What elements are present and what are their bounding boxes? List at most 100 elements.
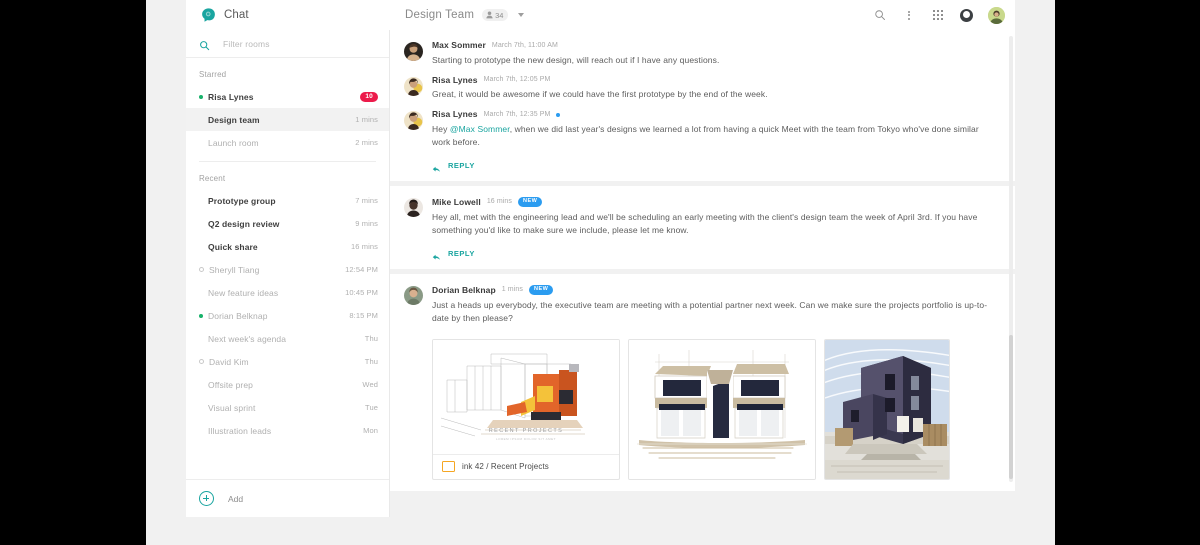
add-room-button[interactable]: Add (186, 479, 389, 517)
attachment-label: ink 42 / Recent Projects (462, 462, 549, 472)
presence-none-icon (199, 245, 203, 249)
presence-none-icon (199, 222, 203, 226)
message: Risa Lynes March 7th, 12:05 PM Great, it… (404, 76, 999, 102)
message-header: Dorian Belknap 1 mins NEW (432, 285, 999, 295)
conversation-pane[interactable]: Max Sommer March 7th, 11:00 AM Starting … (390, 30, 1015, 517)
sidebar-item-time: 16 mins (351, 242, 378, 251)
reply-button[interactable]: REPLY (404, 161, 999, 172)
presence-none-icon (199, 118, 203, 122)
more-vert-icon[interactable] (902, 8, 916, 22)
message-text-before: Hey (432, 123, 450, 134)
apps-grid-icon[interactable] (931, 8, 945, 22)
sidebar-item-new-feature-ideas[interactable]: New feature ideas 10:45 PM (186, 281, 389, 304)
sidebar-item-q2-design-review[interactable]: Q2 design review 9 mins (186, 212, 389, 235)
message-author: Risa Lynes (432, 109, 478, 120)
message-body: Risa Lynes March 7th, 12:35 PM Hey @Max … (432, 110, 999, 149)
message-author: Max Sommer (432, 40, 486, 50)
message-text: Great, it would be awesome if we could h… (432, 89, 768, 100)
avatar[interactable] (404, 76, 423, 96)
sidebar-item-time: 9 mins (355, 219, 378, 228)
chevron-down-icon[interactable] (518, 13, 525, 17)
message-timestamp: 1 mins (501, 286, 523, 294)
message: Risa Lynes March 7th, 12:35 PM Hey @Max … (404, 110, 999, 149)
sidebar-item-label: David Kim (209, 356, 249, 367)
sidebar-item-risa-lynes[interactable]: Risa Lynes 10 (186, 85, 389, 108)
sidebar-item-time: 7 mins (355, 196, 378, 205)
sidebar-item-visual-sprint[interactable]: Visual sprint Tue (186, 396, 389, 419)
new-badge: NEW (518, 197, 543, 207)
reply-arrow-icon (432, 249, 441, 260)
reply-button[interactable]: REPLY (404, 249, 999, 260)
sidebar-item-next-weeks-agenda[interactable]: Next week's agenda Thu (186, 327, 389, 350)
brand-logo-group[interactable]: Chat (200, 0, 249, 30)
room-title: Design Team (405, 9, 475, 21)
avatar[interactable] (404, 198, 423, 218)
sidebar-item-time: 12:54 PM (345, 265, 378, 274)
presence-none-icon (199, 199, 203, 203)
message-text: Starting to prototype the new design, wi… (432, 54, 720, 65)
sidebar-item-prototype-group[interactable]: Prototype group 7 mins (186, 189, 389, 212)
sidebar-item-label: Sheryll Tiang (209, 264, 260, 275)
reply-label: REPLY (448, 249, 475, 259)
avatar[interactable] (988, 6, 1005, 24)
message-timestamp: March 7th, 11:00 AM (491, 41, 558, 49)
message-group: Dorian Belknap 1 mins NEW Just a heads u… (390, 274, 1015, 491)
member-count-chip[interactable]: 34 (482, 9, 509, 21)
presence-none-icon (199, 291, 203, 295)
sidebar-item-time: Wed (362, 380, 378, 389)
new-badge: NEW (528, 285, 554, 295)
account-circle-icon[interactable] (960, 8, 973, 22)
message-body: Max Sommer March 7th, 11:00 AM Starting … (432, 41, 999, 67)
scrollbar-thumb[interactable] (1009, 335, 1013, 479)
search-icon[interactable] (873, 8, 887, 22)
message-header: Risa Lynes March 7th, 12:35 PM (432, 110, 999, 119)
message-text: Hey all, met with the engineering lead a… (432, 211, 978, 235)
sidebar-item-david-kim[interactable]: David Kim Thu (186, 350, 389, 373)
add-room-label: Add (228, 493, 244, 504)
chat-application: Chat Design Team 34 Filter rooms Starred… (186, 0, 1015, 517)
filter-rooms-placeholder: Filter rooms (223, 38, 270, 49)
message-body: Risa Lynes March 7th, 12:05 PM Great, it… (432, 76, 999, 102)
presence-none-icon (199, 406, 203, 410)
presence-none-icon (199, 383, 203, 387)
search-icon (199, 38, 210, 51)
attachment-list: RECENT PROJECTS LOREM IPSUM DOLOR SIT AM… (404, 338, 999, 480)
brand-name: Chat (224, 9, 249, 21)
sidebar-item-sheryll-tiang[interactable]: Sheryll Tiang 12:54 PM (186, 258, 389, 281)
sidebar-item-quick-share[interactable]: Quick share 16 mins (186, 235, 389, 258)
sidebar-item-design-team[interactable]: Design team 1 mins (186, 108, 389, 131)
presence-none-icon (199, 141, 203, 145)
message-timestamp: March 7th, 12:35 PM (483, 111, 551, 119)
avatar[interactable] (404, 111, 423, 131)
sidebar-item-label: Offsite prep (208, 379, 253, 390)
chat-bubble-icon (200, 7, 217, 24)
sidebar-item-dorian-belknap[interactable]: Dorian Belknap 8:15 PM (186, 304, 389, 327)
sidebar-item-label: Visual sprint (208, 402, 256, 413)
room-header[interactable]: Design Team 34 (405, 0, 525, 30)
message: Max Sommer March 7th, 11:00 AM Starting … (404, 41, 999, 67)
message-text-after: , when we did last year's designs we lea… (432, 123, 979, 148)
message-timestamp: 16 mins (486, 198, 513, 206)
mention-link[interactable]: @Max Sommer (450, 124, 510, 134)
presence-none-icon (199, 337, 203, 341)
sidebar-item-label: Next week's agenda (208, 333, 287, 344)
sidebar-item-offsite-prep[interactable]: Offsite prep Wed (186, 373, 389, 396)
sidebar-item-launch-room[interactable]: Launch room 2 mins (186, 131, 389, 154)
message-author: Dorian Belknap (432, 284, 496, 295)
message-author: Mike Lowell (432, 196, 481, 207)
attachment-image[interactable] (628, 338, 816, 480)
presence-none-icon (199, 429, 203, 433)
sidebar-item-time: Mon (363, 426, 378, 435)
avatar[interactable] (404, 42, 423, 61)
message: Dorian Belknap 1 mins NEW Just a heads u… (404, 285, 999, 325)
sidebar-section-starred-label: Starred (199, 70, 227, 79)
add-circle-icon (199, 491, 214, 506)
sidebar-section-recent-label: Recent (199, 174, 226, 183)
filter-rooms-input[interactable]: Filter rooms (186, 30, 389, 58)
sidebar-item-illustration-leads[interactable]: Illustration leads Mon (186, 419, 389, 442)
attachment-slides-document[interactable]: RECENT PROJECTS LOREM IPSUM DOLOR SIT AM… (432, 338, 620, 480)
attachment-image[interactable] (824, 338, 950, 480)
member-count-value: 34 (495, 10, 504, 20)
message-body: Mike Lowell 16 mins NEW Hey all, met wit… (432, 197, 999, 237)
avatar[interactable] (404, 286, 423, 306)
